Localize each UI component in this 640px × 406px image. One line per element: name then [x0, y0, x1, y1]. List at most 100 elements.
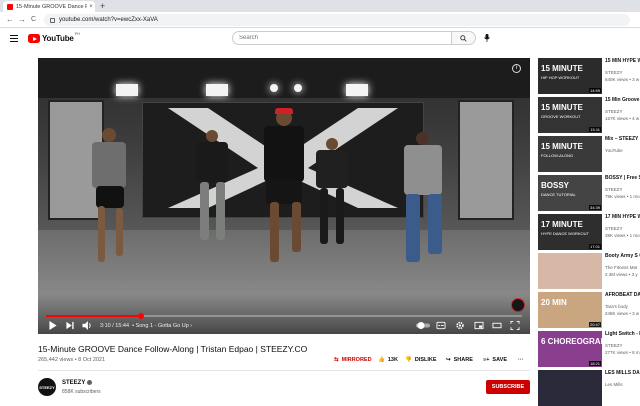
search-bar — [232, 31, 476, 45]
recommendation-channel[interactable]: The Fitness Mar — [605, 265, 640, 270]
time-display: 3:10 / 15:44 • Song 1 - Gotta Go Up › — [100, 323, 193, 329]
progress-fill — [46, 315, 142, 317]
video-thumbnail[interactable]: 15 MINUTE GROOVE WORKOUT 15:11 — [538, 97, 602, 133]
youtube-header: YouTube PH — [0, 28, 640, 50]
recommendation-channel[interactable]: STEEZY — [605, 70, 640, 75]
video-thumbnail[interactable]: BOSSY DANCE TUTORIAL 34:39 — [538, 175, 602, 211]
video-thumbnail[interactable]: 15 MINUTE FOLLOW-ALONG — [538, 136, 602, 172]
back-button[interactable]: ← — [6, 15, 14, 24]
volume-icon[interactable] — [82, 321, 92, 330]
recommendation-channel[interactable]: STEEZY — [605, 226, 640, 231]
chapter-title[interactable]: • Song 1 - Gotta Go Up › — [132, 323, 192, 329]
recommendation-item[interactable]: 17 MINUTE HYPE DANCE WORKOUT 17:01 17 MIN H… — [538, 214, 640, 250]
more-actions-button[interactable]: ··· — [518, 357, 524, 363]
browser-toolbar: ← → C youtube.com/watch?v=ewcZxx-XaVA — [0, 12, 640, 28]
thumbnail-title: 15 MINUTE — [541, 103, 583, 112]
recommendation-views: 157K views • 4 w — [605, 116, 640, 121]
address-bar[interactable]: youtube.com/watch?v=ewcZxx-XaVA — [44, 14, 630, 26]
video-thumbnail[interactable]: 15 MINUTE HIP HOP WORKOUT 14:59 — [538, 58, 602, 94]
recommendation-title[interactable]: 15 MIN HYPE WORKOUT - F — [605, 58, 640, 64]
thumbnail-title: 17 MINUTE — [541, 220, 583, 229]
video-thumbnail[interactable]: 20 MIN 20:47 — [538, 292, 602, 328]
duration-badge: 14:59 — [588, 88, 601, 93]
video-thumbnail[interactable] — [538, 253, 602, 289]
recommendation-channel[interactable]: Les Mills — [605, 382, 640, 387]
youtube-logo[interactable]: YouTube PH — [28, 31, 81, 43]
recommendation-title[interactable]: Mix – STEEZY — [605, 136, 640, 142]
voice-search-button[interactable] — [481, 32, 493, 44]
dislike-label: DISLIKE — [414, 357, 437, 363]
autoplay-toggle-icon[interactable] — [416, 321, 430, 330]
recommendation-item[interactable]: 15 MINUTE HIP HOP WORKOUT 14:59 15 MIN HYPE… — [538, 58, 640, 94]
theater-mode-icon[interactable] — [492, 321, 502, 330]
search-input[interactable] — [232, 31, 452, 45]
share-icon: ↪ — [446, 357, 451, 363]
logo-country-code: PH — [74, 31, 81, 36]
channel-name[interactable]: STEEZY — [62, 380, 93, 386]
recommendation-channel[interactable]: STEEZY — [605, 343, 640, 348]
search-icon — [460, 34, 467, 42]
share-label: SHARE — [453, 357, 473, 363]
duration-badge: 15:11 — [589, 127, 601, 132]
video-meta: 265,442 views • 8 Oct 2021 — [38, 357, 106, 363]
youtube-favicon-icon — [7, 3, 13, 10]
recommendation-title[interactable]: LES MILLS DA Vol. 01 | 15-mi — [605, 370, 640, 376]
recommendation-item[interactable]: 15 MINUTE GROOVE WORKOUT 15:11 15 Min Groov… — [538, 97, 640, 133]
save-button[interactable]: ≡+ SAVE — [483, 357, 507, 363]
video-thumbnail[interactable] — [538, 370, 602, 406]
new-tab-button[interactable]: + — [100, 1, 105, 11]
recommendation-item[interactable]: 6 CHOREOGRAPHERS 18:21 Light Switch - Danc… — [538, 331, 640, 367]
settings-gear-icon[interactable] — [455, 321, 465, 330]
mirrored-button[interactable]: ⇆ MIRRORED — [334, 357, 372, 363]
info-icon[interactable]: i — [512, 64, 521, 73]
recommendation-channel[interactable]: STEEZY — [605, 187, 640, 192]
recommendation-title[interactable]: AFROBEAT DA PART 4 | TikTo — [605, 292, 640, 298]
recommendation-item[interactable]: BOSSY DANCE TUTORIAL 34:39 BOSSY | Free S T… — [538, 175, 640, 211]
recommendation-views: 79K views • 1 mo — [605, 194, 640, 199]
dancer — [388, 132, 458, 272]
recommendation-item[interactable]: 20 MIN 20:47 AFROBEAT DA PART 4 | TikTo Tar… — [538, 292, 640, 328]
video-thumbnail[interactable]: 17 MINUTE HYPE DANCE WORKOUT 17:01 — [538, 214, 602, 250]
like-button[interactable]: 👍 13K — [378, 357, 398, 363]
thumbnail-title: 20 MIN — [541, 298, 567, 307]
forward-button[interactable]: → — [18, 15, 26, 24]
progress-bar[interactable] — [46, 313, 522, 319]
browser-tab[interactable]: 15-Minute GROOVE Dance Follo... × — [3, 1, 95, 12]
recommendation-title[interactable]: 17 MIN HYPE WORKOUT - F — [605, 214, 640, 220]
duration-badge: 20:47 — [588, 322, 601, 327]
duration-badge: 17:01 — [588, 244, 601, 249]
recommendation-title[interactable]: Booty Army S Caleb Marshal — [605, 253, 640, 259]
recommendation-channel[interactable]: YouTube — [605, 148, 640, 153]
miniplayer-icon[interactable] — [474, 321, 484, 330]
video-thumbnail[interactable]: 6 CHOREOGRAPHERS 18:21 — [538, 331, 602, 367]
subscribe-button[interactable]: SUBSCRIBE — [486, 380, 530, 394]
recommendation-title[interactable]: Light Switch - Dancers Chore — [605, 331, 640, 337]
recommendation-channel[interactable]: STEEZY — [605, 109, 640, 114]
duration-badge: 18:21 — [588, 361, 601, 366]
channel-avatar[interactable]: STEEZY — [38, 378, 56, 396]
recommendation-title[interactable]: BOSSY | Free S Tutorial | Abey — [605, 175, 640, 181]
thumbs-up-icon: 👍 — [378, 357, 385, 363]
captions-icon[interactable] — [436, 321, 446, 330]
share-button[interactable]: ↪ SHARE — [446, 357, 473, 363]
hamburger-menu-icon[interactable] — [10, 35, 18, 42]
recommendation-item[interactable]: Booty Army S Caleb Marshal The Fitness Ma… — [538, 253, 640, 289]
dislike-button[interactable]: 👎 DISLIKE — [405, 357, 437, 363]
divider — [38, 370, 530, 371]
recommendation-channel[interactable]: Tara's body — [605, 304, 640, 309]
thumbs-down-icon: 👎 — [405, 357, 412, 363]
recommendation-item[interactable]: 15 MINUTE FOLLOW-ALONG Mix – STEEZY YouTube — [538, 136, 640, 172]
reload-button[interactable]: C — [31, 15, 36, 24]
tab-close-icon[interactable]: × — [87, 4, 95, 10]
thumbnail-subtitle: FOLLOW-ALONG — [541, 153, 574, 158]
verified-badge-icon — [87, 380, 93, 385]
dancer — [188, 130, 238, 250]
next-icon[interactable] — [65, 321, 75, 330]
fullscreen-icon[interactable] — [510, 321, 520, 330]
search-button[interactable] — [452, 31, 476, 45]
play-icon[interactable] — [48, 321, 58, 330]
lock-icon — [50, 17, 55, 23]
duration-badge: 34:39 — [588, 205, 601, 210]
recommendation-title[interactable]: 15 Min Groove WORKOUT - F — [605, 97, 640, 103]
video-player[interactable]: i 3:10 / 15:44 • Song 1 - Gotta Go Up › — [38, 58, 530, 334]
